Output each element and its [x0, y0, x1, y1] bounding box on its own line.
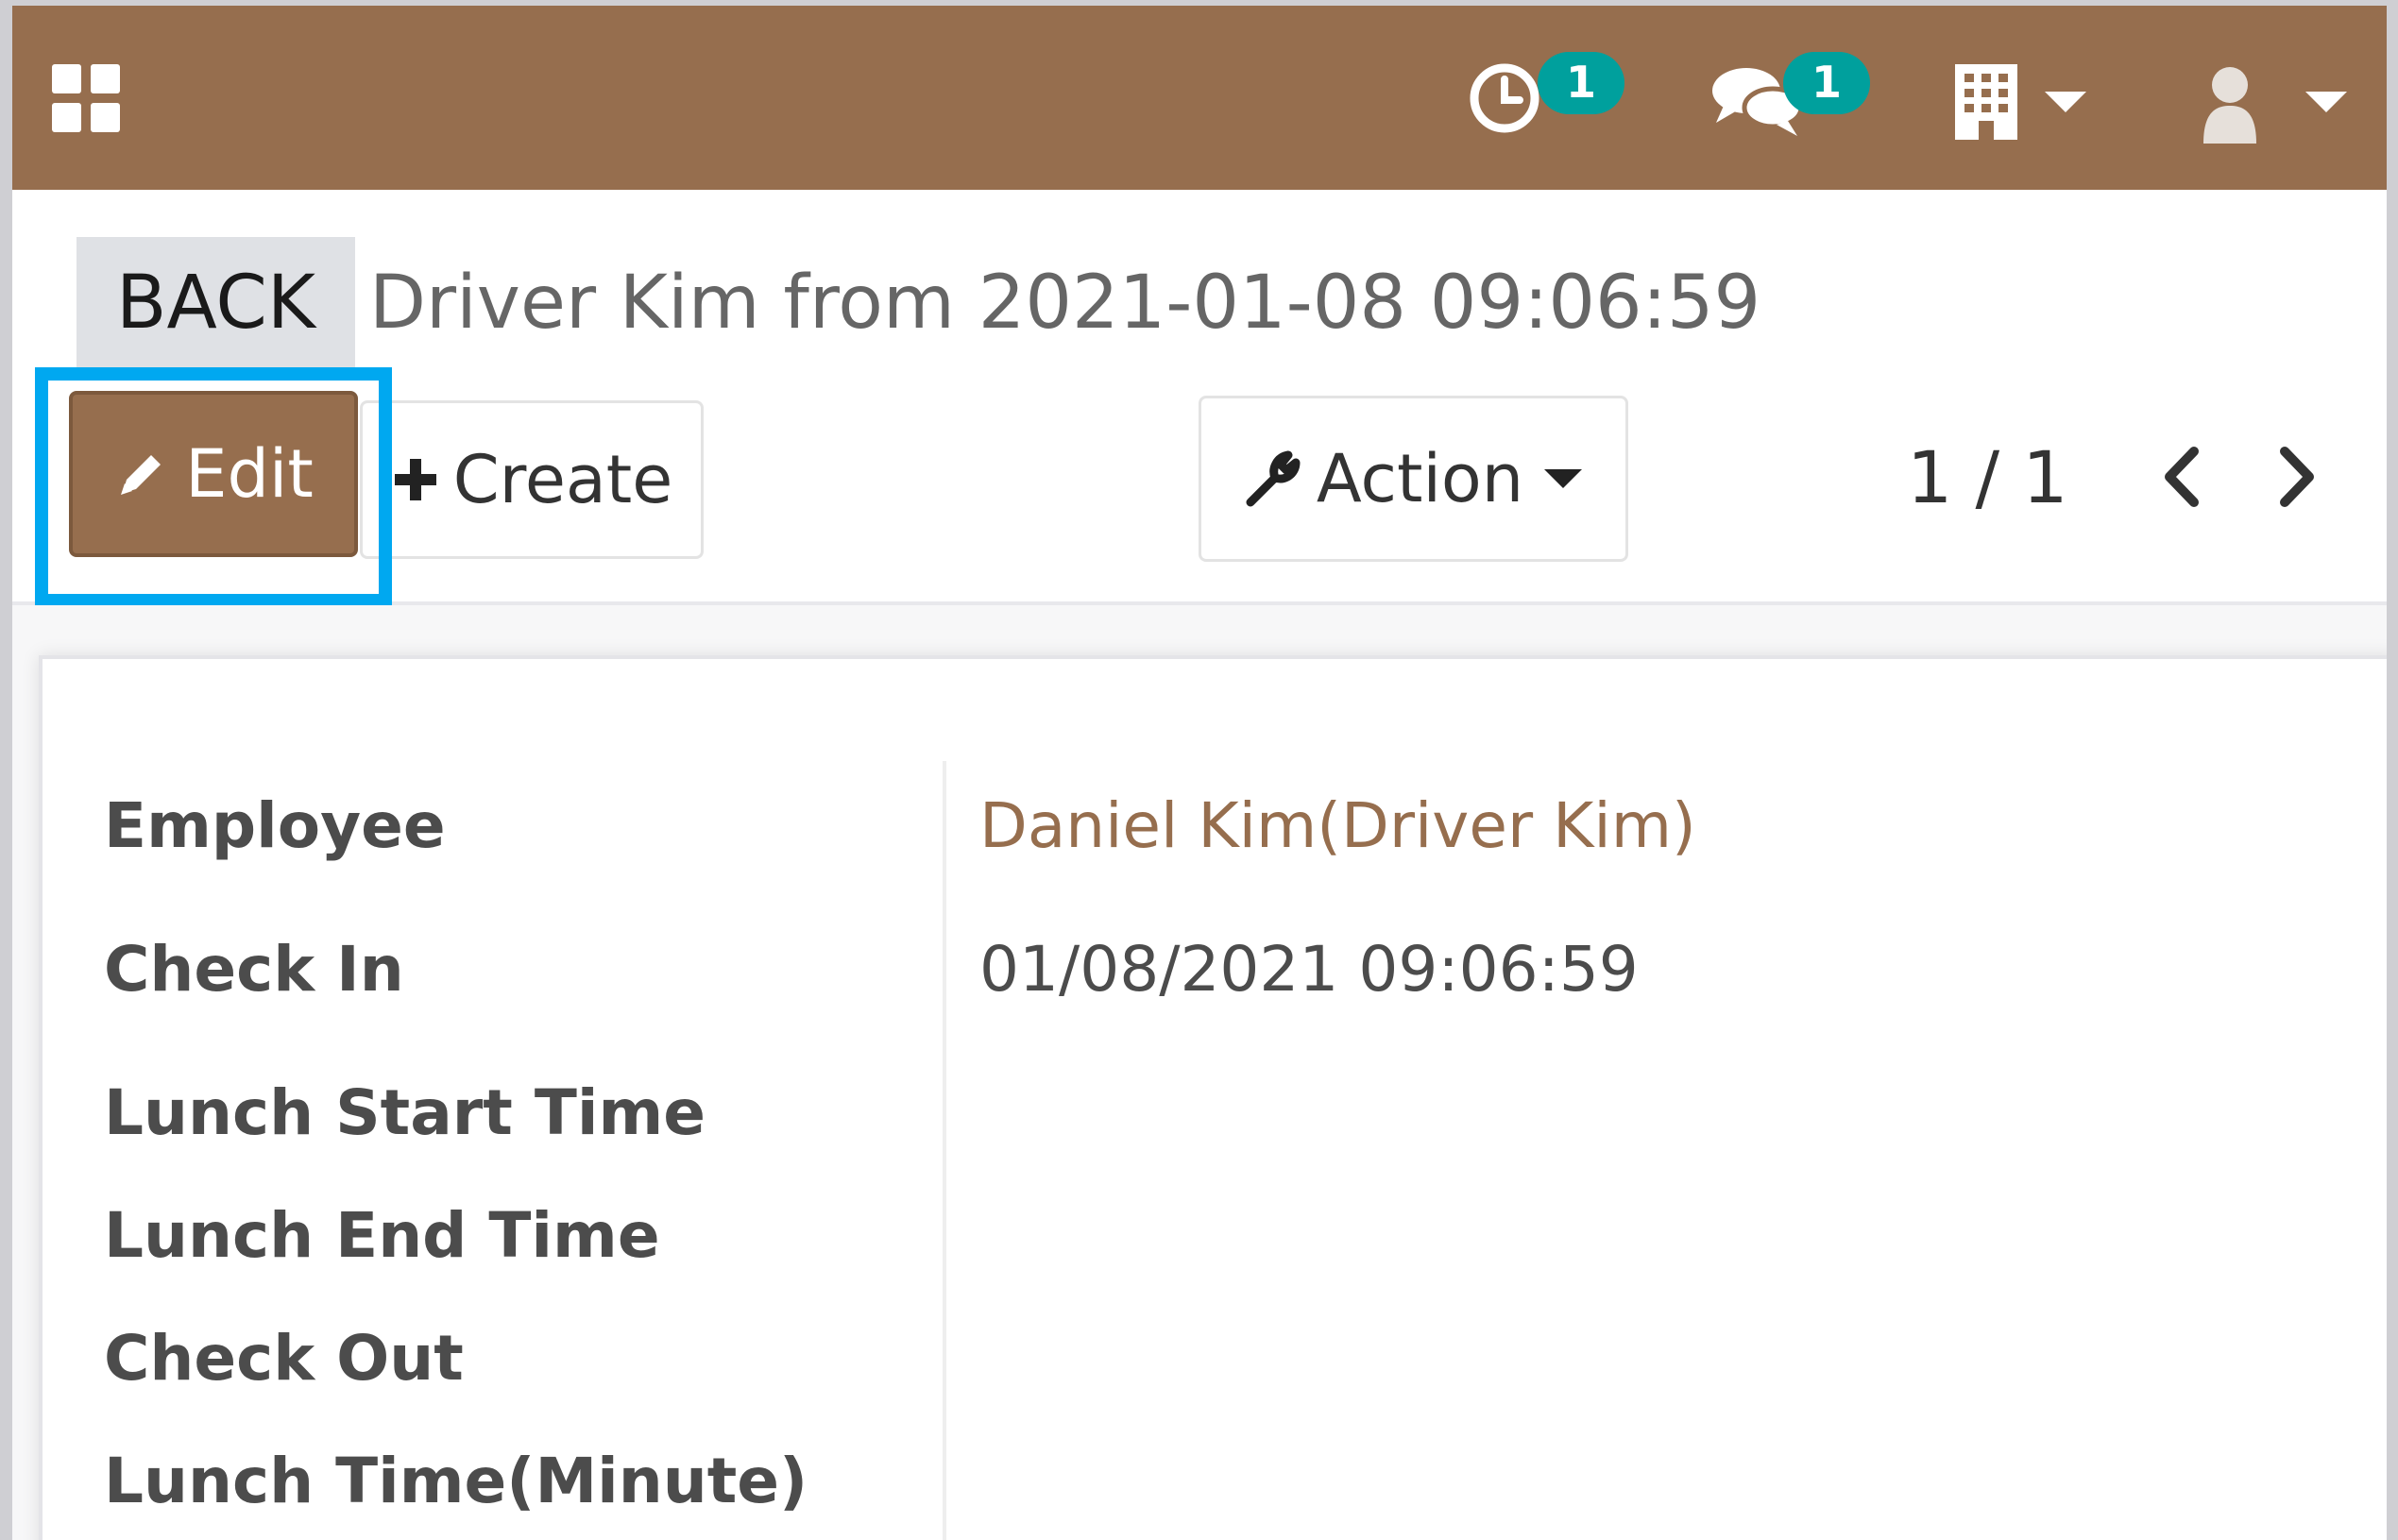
field-column-divider [943, 761, 946, 1540]
breadcrumb-title: Driver Kim from 2021-01-08 09:06:59 [369, 261, 1761, 346]
messages-count-badge: 1 [1783, 52, 1870, 114]
field-value-employee-link[interactable]: Daniel Kim(Driver Kim) [979, 789, 1696, 862]
control-panel: BACK Driver Kim from 2021-01-08 09:06:59… [12, 190, 2387, 607]
chevron-right-icon [2280, 447, 2314, 507]
field-label-lunch-time-minute: Lunch Time(Minute) [104, 1445, 808, 1517]
top-navbar: 1 1 [12, 6, 2387, 190]
clock-icon [1470, 63, 1539, 133]
field-label-employee: Employee [104, 789, 446, 862]
field-label-check-in: Check In [104, 933, 404, 1006]
chevron-down-icon [2305, 92, 2347, 112]
pager-value: 1 / 1 [1907, 435, 2068, 519]
wrench-icon [1246, 450, 1301, 507]
activity-count-badge: 1 [1538, 52, 1624, 114]
chevron-down-icon [2045, 92, 2086, 112]
user-avatar-icon [2203, 67, 2256, 144]
apps-grid-icon[interactable] [52, 64, 120, 132]
field-label-check-out: Check Out [104, 1322, 464, 1395]
user-menu[interactable] [2185, 6, 2373, 190]
messages-menu[interactable]: 1 [1684, 6, 1901, 190]
pager-next-button[interactable] [2254, 430, 2339, 524]
chevron-left-icon [2165, 447, 2199, 507]
company-switcher[interactable] [1939, 6, 2118, 190]
action-button-label: Action [1316, 440, 1524, 517]
activity-menu[interactable]: 1 [1438, 6, 1627, 190]
field-label-lunch-end-time: Lunch End Time [104, 1199, 660, 1272]
chevron-down-icon [1544, 469, 1583, 488]
building-icon [1955, 64, 2017, 140]
pager-previous-button[interactable] [2139, 430, 2224, 524]
field-value-check-in: 01/08/2021 09:06:59 [979, 933, 1639, 1006]
edit-button[interactable]: Edit [69, 391, 358, 557]
plus-icon [394, 459, 436, 500]
edit-button-label: Edit [185, 435, 314, 513]
create-button[interactable]: Create [360, 400, 704, 559]
breadcrumb-back-button[interactable]: BACK [77, 237, 355, 369]
action-dropdown-button[interactable]: Action [1199, 396, 1628, 562]
create-button-label: Create [452, 441, 673, 518]
pencil-icon [121, 455, 162, 495]
field-label-lunch-start-time: Lunch Start Time [104, 1076, 706, 1149]
app-window: 1 1 BACK Driver Kim from 2021-01-08 09:0… [12, 6, 2387, 1540]
